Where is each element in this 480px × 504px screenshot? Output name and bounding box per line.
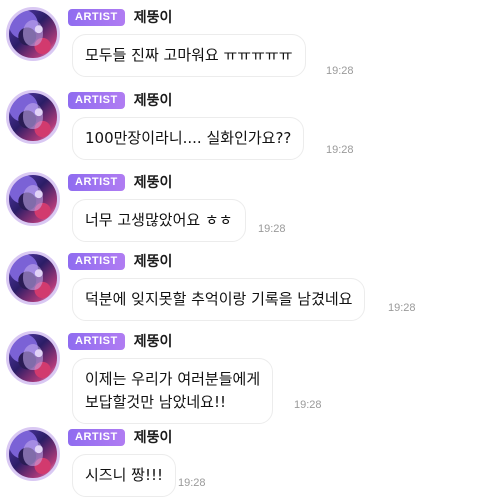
avatar[interactable] (6, 90, 60, 144)
avatar[interactable] (6, 331, 60, 385)
timestamp: 19:28 (294, 399, 322, 411)
chat-log: ARTIST 제뚱이 모두들 진짜 고마워요 ㅠㅠㅠㅠㅠ 19:28 ARTIS… (0, 0, 480, 503)
chat-message: ARTIST 제뚱이 시즈니 짱!!! 19:28 (0, 420, 480, 504)
message-bubble[interactable]: 모두들 진짜 고마워요 ㅠㅠㅠㅠㅠ (72, 34, 306, 77)
sender-name[interactable]: 제뚱이 (134, 427, 173, 447)
message-bubble[interactable]: 이제는 우리가 여러분들에게 보답할것만 남았네요!! (72, 358, 274, 424)
message-text: 보답할것만 남았네요!! (85, 393, 226, 411)
chat-message: ARTIST 제뚱이 100만장이라니.... 실화인가요?? 19:28 (0, 83, 480, 167)
avatar[interactable] (6, 427, 60, 481)
sender-name[interactable]: 제뚱이 (134, 251, 173, 271)
chat-message: ARTIST 제뚱이 덕분에 잊지못할 추억이랑 기록을 남겼네요 19:28 (0, 244, 480, 328)
message-header: ARTIST 제뚱이 (68, 331, 172, 351)
avatar[interactable] (6, 172, 60, 226)
sender-name[interactable]: 제뚱이 (134, 172, 173, 192)
message-text: 시즈니 짱!!! (85, 466, 164, 484)
sender-name[interactable]: 제뚱이 (134, 90, 173, 110)
artist-badge: ARTIST (68, 8, 125, 26)
timestamp: 19:28 (326, 65, 354, 77)
avatar-highlight (23, 264, 43, 290)
message-bubble[interactable]: 덕분에 잊지못할 추억이랑 기록을 남겼네요 (72, 278, 366, 321)
sender-name[interactable]: 제뚱이 (134, 331, 173, 351)
message-bubble[interactable]: 너무 고생많았어요 ㅎㅎ (72, 199, 246, 242)
message-text: 덕분에 잊지못할 추억이랑 기록을 남겼네요 (85, 290, 353, 308)
avatar-highlight (23, 103, 43, 129)
avatar-highlight (23, 440, 43, 466)
avatar-highlight (23, 20, 43, 46)
artist-badge: ARTIST (68, 173, 125, 191)
timestamp: 19:28 (258, 223, 286, 235)
chat-message: ARTIST 제뚱이 모두들 진짜 고마워요 ㅠㅠㅠㅠㅠ 19:28 (0, 0, 480, 84)
timestamp: 19:28 (178, 477, 206, 489)
message-text: 모두들 진짜 고마워요 ㅠㅠㅠㅠㅠ (85, 46, 293, 64)
message-text: 이제는 우리가 여러분들에게 (85, 370, 261, 388)
avatar[interactable] (6, 7, 60, 61)
artist-badge: ARTIST (68, 91, 125, 109)
message-header: ARTIST 제뚱이 (68, 7, 172, 27)
chat-message: ARTIST 제뚱이 이제는 우리가 여러분들에게 보답할것만 남았네요!! 1… (0, 324, 480, 424)
artist-badge: ARTIST (68, 428, 125, 446)
artist-badge: ARTIST (68, 332, 125, 350)
message-bubble[interactable]: 시즈니 짱!!! (72, 454, 177, 497)
avatar-highlight (23, 344, 43, 370)
artist-badge: ARTIST (68, 252, 125, 270)
avatar-highlight (23, 185, 43, 211)
timestamp: 19:28 (388, 302, 416, 314)
message-header: ARTIST 제뚱이 (68, 427, 172, 447)
message-header: ARTIST 제뚱이 (68, 90, 172, 110)
message-bubble[interactable]: 100만장이라니.... 실화인가요?? (72, 117, 305, 160)
timestamp: 19:28 (326, 144, 354, 156)
avatar[interactable] (6, 251, 60, 305)
message-header: ARTIST 제뚱이 (68, 172, 172, 192)
sender-name[interactable]: 제뚱이 (134, 7, 173, 27)
message-header: ARTIST 제뚱이 (68, 251, 172, 271)
message-text: 너무 고생많았어요 ㅎㅎ (85, 211, 233, 229)
message-text: 100만장이라니.... 실화인가요?? (85, 129, 292, 147)
chat-message: ARTIST 제뚱이 너무 고생많았어요 ㅎㅎ 19:28 (0, 165, 480, 249)
